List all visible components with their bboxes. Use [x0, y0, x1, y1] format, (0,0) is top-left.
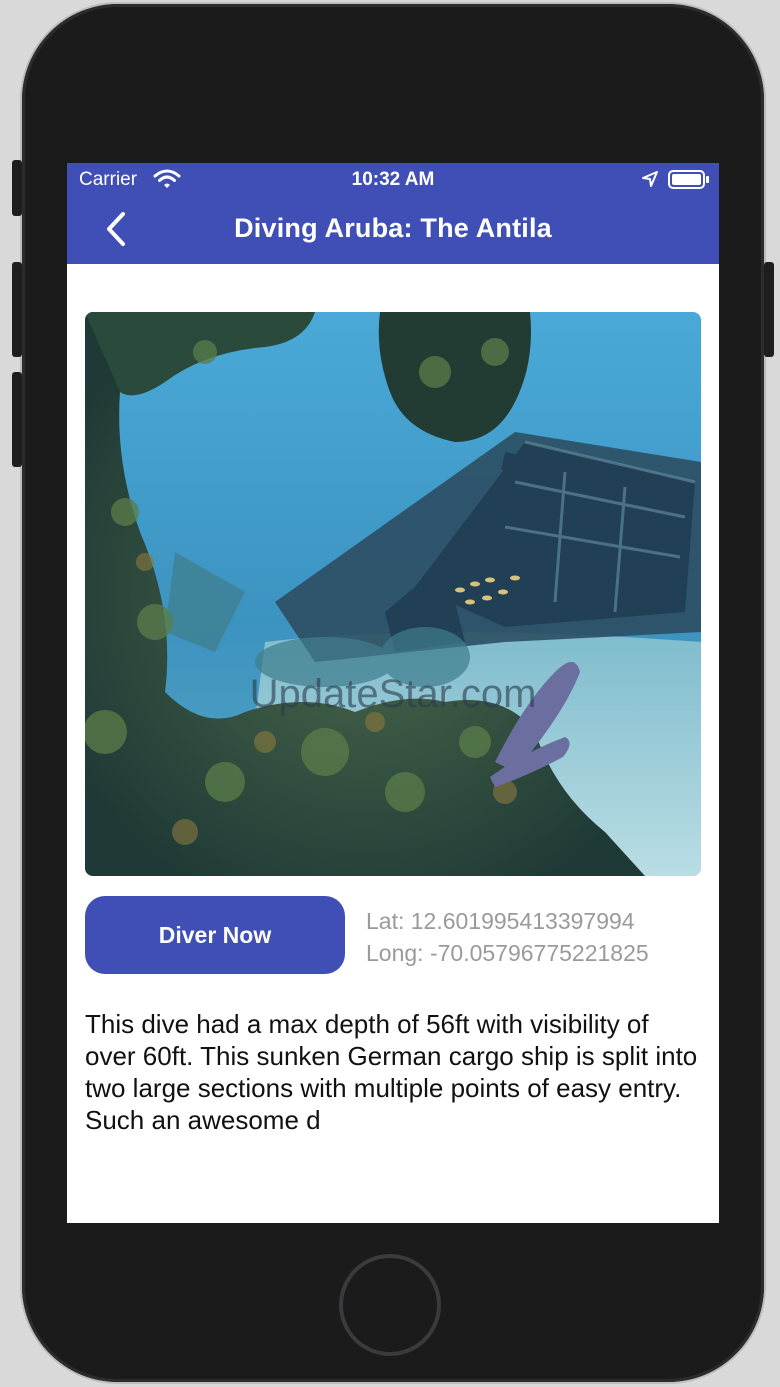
watermark-logo: UpdateStar.com — [250, 672, 537, 716]
dive-site-photo: UpdateStar.com — [85, 312, 701, 876]
home-button[interactable] — [339, 1254, 441, 1356]
app-screen: Carrier 10:32 AM Diving Aruba: The Antil… — [67, 163, 719, 1223]
dive-now-button[interactable]: Diver Now — [85, 896, 345, 974]
coordinates: Lat: 12.601995413397994 Long: -70.057967… — [366, 905, 649, 969]
volume-up-button — [12, 262, 22, 357]
location-arrow-icon — [641, 170, 659, 194]
page-title: Diving Aruba: The Antila — [234, 213, 552, 243]
latitude-label: Lat: 12.601995413397994 — [366, 908, 635, 934]
volume-down-button — [12, 372, 22, 467]
dive-description: This dive had a max depth of 56ft with v… — [85, 1009, 698, 1135]
mute-switch — [12, 160, 22, 216]
power-button — [764, 262, 774, 357]
longitude-label: Long: -70.05796775221825 — [366, 940, 649, 966]
navigation-bar: Carrier 10:32 AM Diving Aruba: The Antil… — [67, 163, 719, 264]
battery-icon — [668, 170, 710, 196]
status-bar: Carrier 10:32 AM — [67, 163, 719, 197]
clock: 10:32 AM — [351, 169, 435, 190]
